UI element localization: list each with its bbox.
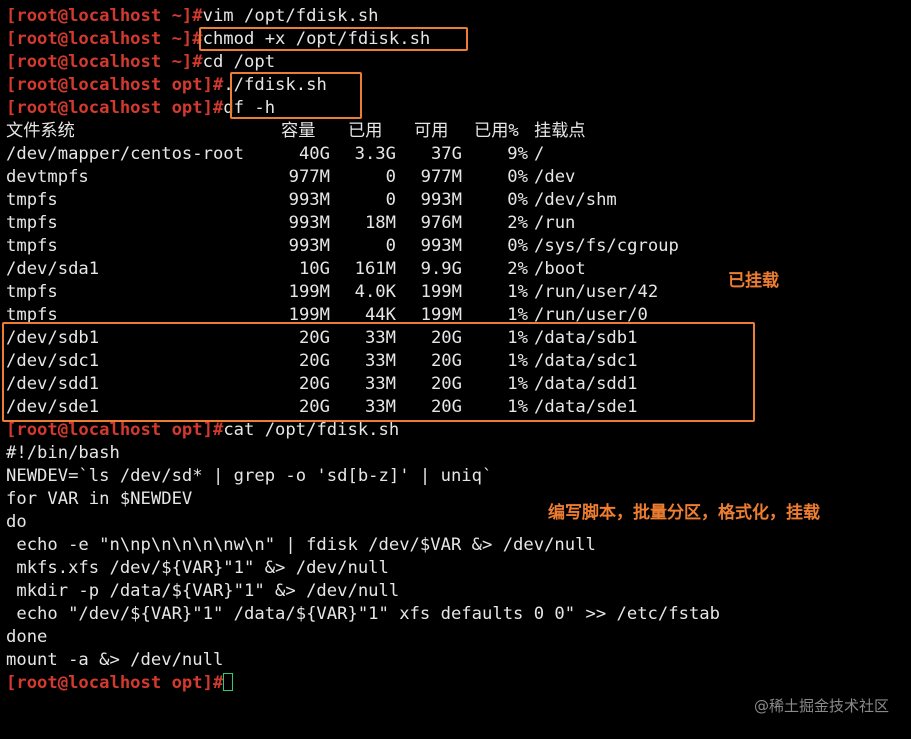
command-text: cat /opt/fdisk.sh bbox=[223, 420, 400, 440]
df-cell-used: 18M bbox=[364, 213, 396, 233]
df-header-use-percent: 已用% bbox=[474, 121, 519, 141]
df-cell-used: 0 bbox=[385, 167, 396, 187]
df-cell-avail: 977M bbox=[420, 167, 462, 187]
df-cell-mountpoint: / bbox=[534, 144, 545, 164]
df-cell-used: 161M bbox=[354, 259, 396, 279]
script-line: echo -e "n\np\n\n\n\nw\n" | fdisk /dev/$… bbox=[6, 535, 596, 555]
df-cell-used: 4.0K bbox=[354, 282, 396, 302]
df-header-row: 文件系统 容量 已用 可用 已用% 挂载点 bbox=[6, 120, 586, 143]
df-cell-size: 993M bbox=[288, 190, 330, 210]
watermark: @稀土掘金技术社区 bbox=[753, 697, 889, 715]
df-cell-mountpoint: /sys/fs/cgroup bbox=[534, 236, 679, 256]
df-cell-mountpoint: /dev bbox=[534, 167, 576, 187]
df-cell-use-percent: 0% bbox=[507, 190, 528, 210]
df-cell-size: 40G bbox=[298, 144, 330, 164]
script-line: mkfs.xfs /dev/${VAR}"1" &> /dev/null bbox=[6, 558, 389, 578]
df-cell-mountpoint: /run/user/42 bbox=[534, 282, 659, 302]
df-cell-avail: 9.9G bbox=[420, 259, 462, 279]
df-header-size: 容量 bbox=[281, 121, 316, 141]
df-cell-use-percent: 1% bbox=[507, 282, 528, 302]
df-cell-use-percent: 9% bbox=[507, 144, 528, 164]
shell-prompt: [root@localhost ~]# bbox=[6, 6, 203, 26]
script-line: for VAR in $NEWDEV bbox=[6, 489, 193, 509]
df-cell-filesystem: tmpfs bbox=[6, 236, 58, 256]
df-cell-size: 993M bbox=[288, 236, 330, 256]
df-header-filesystem: 文件系统 bbox=[6, 121, 75, 141]
command-text: vim /opt/fdisk.sh bbox=[202, 6, 379, 26]
df-header-mountpoint: 挂载点 bbox=[534, 121, 586, 141]
df-cell-avail: 199M bbox=[420, 282, 462, 302]
text-cursor bbox=[223, 673, 234, 691]
df-cell-mountpoint: /run bbox=[534, 213, 576, 233]
df-cell-avail: 993M bbox=[420, 236, 462, 256]
df-cell-mountpoint: /boot bbox=[534, 259, 586, 279]
script-line: #!/bin/bash bbox=[6, 443, 120, 463]
terminal-window[interactable]: [root@localhost ~]#vim /opt/fdisk.sh [ro… bbox=[0, 0, 911, 739]
shell-prompt: [root@localhost opt]# bbox=[6, 673, 224, 693]
df-cell-avail: 993M bbox=[420, 190, 462, 210]
df-cell-avail: 37G bbox=[430, 144, 462, 164]
terminal-line: [root@localhost ~]#vim /opt/fdisk.sh bbox=[6, 5, 379, 28]
df-cell-use-percent: 2% bbox=[507, 259, 528, 279]
annotation-script-note: 编写脚本，批量分区，格式化，挂载 bbox=[548, 503, 820, 523]
df-cell-filesystem: devtmpfs bbox=[6, 167, 89, 187]
df-cell-mountpoint: /dev/shm bbox=[534, 190, 617, 210]
df-cell-use-percent: 0% bbox=[507, 236, 528, 256]
df-cell-size: 199M bbox=[288, 282, 330, 302]
shell-prompt: [root@localhost opt]# bbox=[6, 75, 224, 95]
command-text: cd /opt bbox=[202, 52, 276, 72]
shell-prompt: [root@localhost ~]# bbox=[6, 29, 203, 49]
df-cell-used: 3.3G bbox=[354, 144, 396, 164]
df-cell-used: 0 bbox=[385, 236, 396, 256]
df-cell-use-percent: 2% bbox=[507, 213, 528, 233]
script-line: mkdir -p /data/${VAR}"1" &> /dev/null bbox=[6, 581, 400, 601]
script-line: NEWDEV=`ls /dev/sd* | grep -o 'sd[b-z]' … bbox=[6, 466, 493, 486]
df-cell-size: 977M bbox=[288, 167, 330, 187]
df-cell-filesystem: tmpfs bbox=[6, 190, 58, 210]
highlight-chmod-box bbox=[199, 27, 468, 51]
highlight-run-script-box bbox=[230, 72, 362, 119]
df-cell-size: 10G bbox=[298, 259, 330, 279]
df-cell-filesystem: /dev/mapper/centos-root bbox=[6, 144, 244, 164]
shell-prompt: [root@localhost ~]# bbox=[6, 52, 203, 72]
script-line: echo "/dev/${VAR}"1" /data/${VAR}"1" xfs… bbox=[6, 604, 720, 624]
terminal-line: [root@localhost ~]#cd /opt bbox=[6, 51, 275, 74]
terminal-line[interactable]: [root@localhost opt]# bbox=[6, 672, 234, 695]
script-line: do bbox=[6, 512, 27, 532]
highlight-mounted-disks-box bbox=[2, 322, 755, 422]
df-header-avail: 可用 bbox=[414, 121, 449, 141]
shell-prompt: [root@localhost opt]# bbox=[6, 420, 224, 440]
df-cell-size: 993M bbox=[288, 213, 330, 233]
script-line: mount -a &> /dev/null bbox=[6, 650, 224, 670]
df-cell-use-percent: 0% bbox=[507, 167, 528, 187]
df-header-used: 已用 bbox=[348, 121, 383, 141]
annotation-mounted: 已挂载 bbox=[728, 271, 779, 291]
df-cell-filesystem: tmpfs bbox=[6, 282, 58, 302]
script-line: done bbox=[6, 627, 48, 647]
terminal-line: [root@localhost opt]#cat /opt/fdisk.sh bbox=[6, 419, 399, 442]
df-cell-filesystem: tmpfs bbox=[6, 213, 58, 233]
shell-prompt: [root@localhost opt]# bbox=[6, 98, 224, 118]
df-cell-used: 0 bbox=[385, 190, 396, 210]
df-cell-filesystem: /dev/sda1 bbox=[6, 259, 100, 279]
df-cell-avail: 976M bbox=[420, 213, 462, 233]
